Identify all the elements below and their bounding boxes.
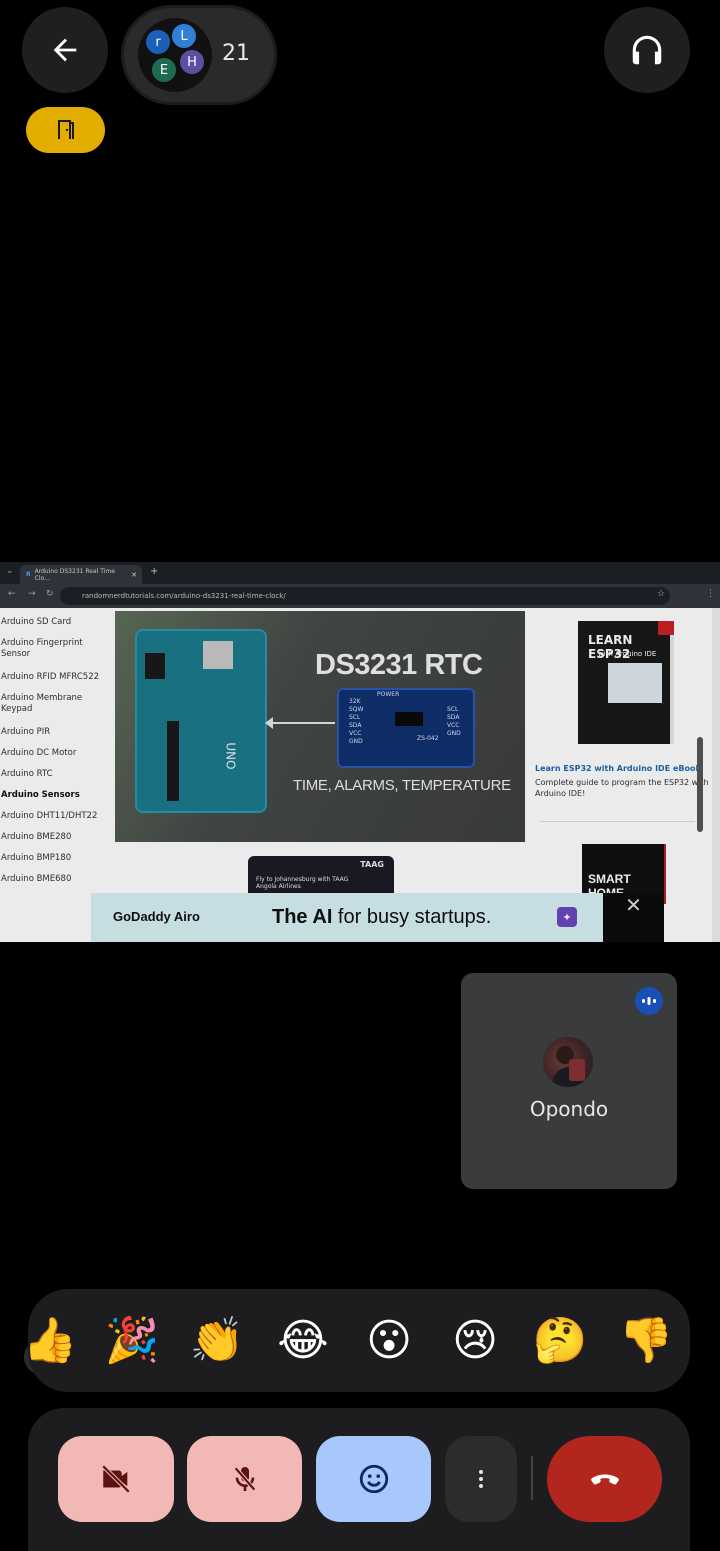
sidebar-link[interactable]: Arduino DHT11/DHT22	[1, 811, 111, 822]
camera-toggle-button[interactable]	[58, 1436, 174, 1522]
sidebar-link[interactable]: Arduino BMP180	[1, 853, 111, 864]
article-hero-image: UNO DS3231 RTC POWER 32K SQW SCL SDA VCC…	[115, 611, 525, 842]
ad-headline: The AI for busy startups.	[272, 906, 492, 928]
hero-subtitle: TIME, ALARMS, TEMPERATURE	[293, 777, 511, 794]
mic-toggle-button[interactable]	[187, 1436, 302, 1522]
browser-menu-icon[interactable]: ⋮	[706, 589, 715, 599]
audio-output-button[interactable]	[604, 7, 690, 93]
sidebar-link[interactable]: Arduino DC Motor	[1, 748, 111, 759]
page-scrollbar[interactable]	[712, 608, 720, 942]
close-icon: ✕	[625, 893, 642, 917]
forward-arrow-icon[interactable]: →	[28, 589, 36, 599]
hang-up-button[interactable]	[547, 1436, 662, 1522]
arduino-board-image: UNO	[135, 629, 267, 813]
sad-reaction[interactable]: 😢	[443, 1309, 507, 1373]
more-options-button[interactable]	[445, 1436, 517, 1522]
divider	[531, 1456, 533, 1500]
thinking-reaction[interactable]: 🤔	[528, 1309, 592, 1373]
magic-wand-icon: ✦	[557, 907, 577, 927]
browser-tab[interactable]: R Arduino DS3231 Real Time Clo... ✕	[20, 565, 142, 584]
hero-title: DS3231 RTC	[315, 649, 483, 681]
reload-icon[interactable]: ↻	[46, 589, 54, 599]
sidebar-link[interactable]: Arduino RFID MFRC522	[1, 672, 111, 683]
arrow-graphic	[265, 717, 335, 729]
avatar: E	[152, 58, 176, 82]
new-tab-icon[interactable]: +	[150, 566, 158, 577]
reactions-bar: 👍 🎉 👏 😂 😮 😢 🤔 👎	[23, 1289, 690, 1392]
speaking-indicator-icon	[635, 987, 663, 1015]
rtc-module-image: POWER 32K SQW SCL SDA VCC GND SCL SDA VC…	[337, 688, 475, 768]
clap-reaction[interactable]: 👏	[185, 1309, 249, 1373]
star-icon[interactable]: ☆	[657, 589, 665, 599]
sidebar-link[interactable]: Arduino SD Card	[1, 617, 111, 628]
thumbs-down-reaction[interactable]: 👎	[614, 1309, 678, 1373]
arrow-left-icon	[53, 38, 77, 62]
close-icon[interactable]: ✕	[131, 571, 137, 579]
avatar: L	[172, 24, 196, 48]
participant-tile[interactable]: Opondo	[461, 973, 677, 1189]
sidebar-link[interactable]: Arduino RTC	[1, 769, 111, 780]
browser-tab-bar: ⌄ R Arduino DS3231 Real Time Clo... ✕ +	[0, 562, 720, 584]
airline-ad[interactable]: TAAG Fly to Johannesburg with TAAG Angol…	[248, 856, 394, 896]
call-end-icon	[590, 1474, 619, 1485]
back-button[interactable]	[22, 7, 108, 93]
surprised-reaction[interactable]: 😮	[357, 1309, 421, 1373]
tab-menu-icon[interactable]: ⌄	[6, 566, 14, 576]
participants-button[interactable]: r L E H 21	[124, 8, 274, 102]
divider	[540, 821, 695, 822]
tab-favicon: R	[26, 571, 31, 578]
webpage: Arduino SD Card Arduino Fingerprint Sens…	[0, 608, 712, 942]
ebook-description: Complete guide to program the ESP32 with…	[535, 778, 709, 798]
avatar: H	[180, 50, 204, 74]
sidebar-link-active[interactable]: Arduino Sensors	[1, 790, 111, 801]
participant-name: Opondo	[529, 1097, 609, 1121]
smile-icon	[359, 1464, 388, 1494]
emoji-button[interactable]	[316, 1436, 431, 1522]
headphones-icon	[632, 35, 662, 65]
more-vert-icon	[479, 1470, 483, 1488]
door-icon	[57, 120, 74, 139]
participant-count: 21	[222, 41, 250, 66]
thumbs-up-reaction[interactable]: 👍	[18, 1309, 82, 1373]
ad-logo: GoDaddy Airo	[113, 909, 200, 924]
leave-room-chip[interactable]	[26, 107, 105, 153]
mic-off-icon	[233, 1466, 256, 1492]
avatar	[543, 1037, 593, 1087]
party-reaction[interactable]: 🎉	[100, 1309, 164, 1373]
sidebar-link[interactable]: Arduino BME680	[1, 874, 111, 885]
ebook-cover[interactable]: LEARN ESP32 with Arduino IDE	[578, 621, 674, 744]
avatar: r	[146, 30, 170, 54]
sidebar-link[interactable]: Arduino Membrane Keypad	[1, 693, 87, 715]
call-controls	[28, 1408, 690, 1551]
shared-screen: ⌄ R Arduino DS3231 Real Time Clo... ✕ + …	[0, 562, 720, 942]
ad-close-button[interactable]: ✕	[603, 893, 664, 942]
sidebar-link[interactable]: Arduino BME280	[1, 832, 111, 843]
ebook-link[interactable]: Learn ESP32 with Arduino IDE eBook	[535, 764, 701, 773]
tab-title: Arduino DS3231 Real Time Clo...	[34, 567, 115, 582]
participant-avatars: r L E H	[138, 18, 212, 92]
sidebar-link[interactable]: Arduino Fingerprint Sensor	[1, 638, 87, 660]
scroll-thumb[interactable]	[697, 737, 703, 832]
sidebar-link[interactable]: Arduino PIR	[1, 727, 111, 738]
url-field[interactable]: randomnerdtutorials.com/arduino-ds3231-r…	[60, 587, 670, 605]
address-bar-row: ← → ↻ randomnerdtutorials.com/arduino-ds…	[0, 584, 720, 608]
ad-banner[interactable]: GoDaddy Airo The AI for busy startups. ✦	[91, 893, 603, 942]
back-arrow-icon[interactable]: ←	[8, 589, 16, 599]
laugh-reaction[interactable]: 😂	[271, 1309, 335, 1373]
videocam-off-icon	[101, 1464, 131, 1494]
